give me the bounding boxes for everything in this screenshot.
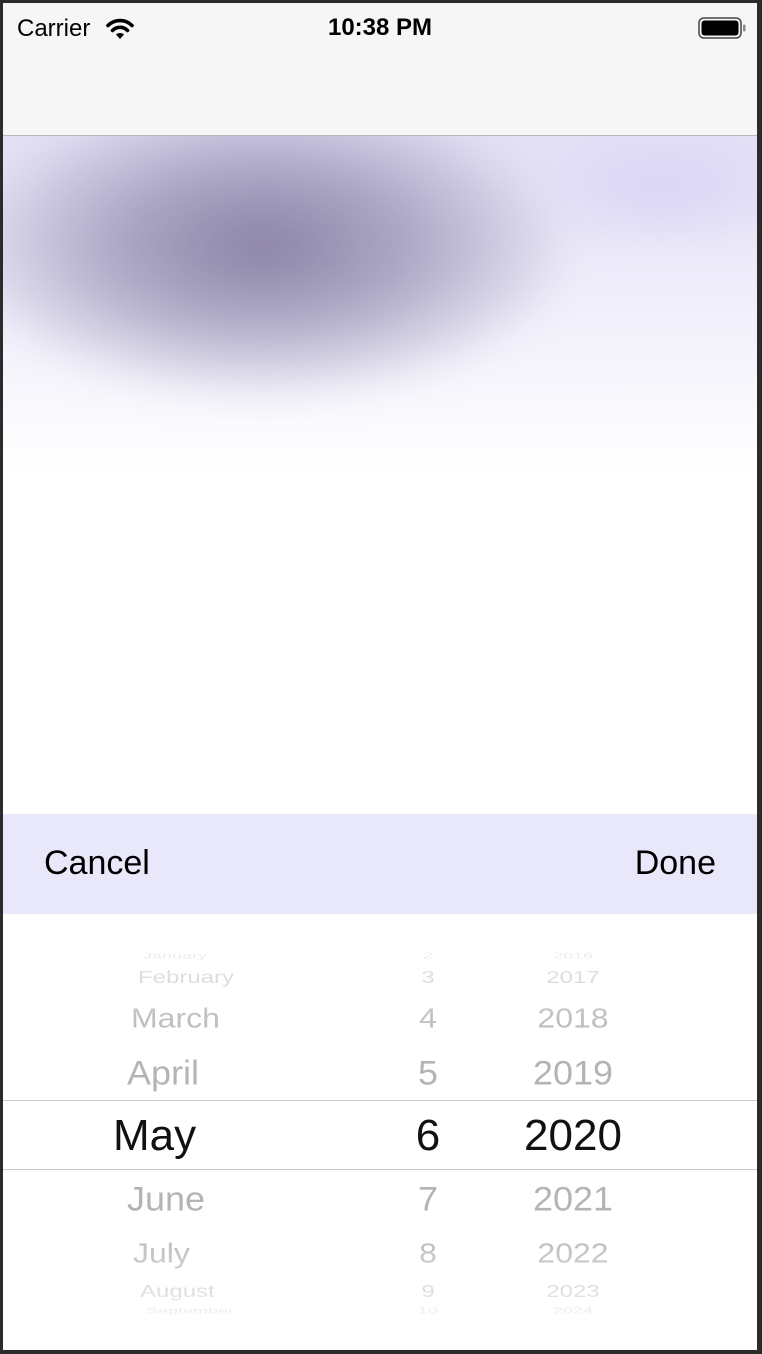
navigation-bar — [3, 51, 757, 136]
day-option[interactable]: 9 — [383, 1283, 473, 1300]
day-option[interactable]: 8 — [383, 1239, 473, 1267]
month-option[interactable]: January — [143, 952, 207, 960]
month-wheel[interactable]: January February March April May June July Augu… — [3, 914, 403, 1350]
day-option[interactable]: 5 — [383, 1055, 473, 1091]
app-screen: Carrier 10:38 PM Cancel Done January Febr… — [3, 3, 757, 1350]
content-area — [3, 136, 757, 814]
year-option[interactable]: 2021 — [493, 1181, 653, 1217]
month-option[interactable]: June — [127, 1181, 205, 1217]
year-option[interactable]: 2019 — [493, 1055, 653, 1091]
done-button[interactable]: Done — [635, 844, 716, 883]
year-option[interactable]: 2023 — [493, 1283, 653, 1300]
year-option[interactable]: 2020 — [493, 1114, 653, 1158]
month-option[interactable]: February — [138, 969, 234, 986]
year-wheel[interactable]: 2016 2017 2018 2019 2020 2021 2022 2023 2024 — [493, 914, 653, 1350]
year-option[interactable]: 2024 — [493, 1307, 653, 1315]
cancel-button[interactable]: Cancel — [44, 844, 150, 883]
day-option[interactable]: 3 — [383, 969, 473, 986]
picker-toolbar: Cancel Done — [3, 814, 757, 914]
day-option[interactable]: 6 — [383, 1114, 473, 1158]
status-time: 10:38 PM — [327, 14, 433, 41]
day-option[interactable]: 10 — [383, 1307, 473, 1315]
day-option[interactable]: 4 — [383, 1004, 473, 1032]
month-option[interactable]: April — [127, 1055, 199, 1091]
year-option[interactable]: 2016 — [493, 952, 653, 960]
month-option[interactable]: August — [140, 1283, 215, 1300]
year-option[interactable]: 2018 — [493, 1004, 653, 1032]
year-option[interactable]: 2017 — [493, 969, 653, 986]
status-bar: Carrier 10:38 PM — [3, 3, 757, 51]
month-option[interactable]: March — [131, 1004, 220, 1032]
day-option[interactable]: 2 — [383, 952, 473, 960]
blurred-highlight — [503, 136, 757, 256]
battery-icon — [698, 17, 746, 39]
date-picker[interactable]: January February March April May June July Augu… — [3, 914, 757, 1350]
day-option[interactable]: 7 — [383, 1181, 473, 1217]
month-option[interactable]: May — [113, 1114, 196, 1158]
month-option[interactable]: July — [133, 1239, 190, 1267]
day-wheel[interactable]: 2 3 4 5 6 7 8 9 10 — [383, 914, 473, 1350]
year-option[interactable]: 2022 — [493, 1239, 653, 1267]
month-option[interactable]: September — [146, 1307, 234, 1315]
